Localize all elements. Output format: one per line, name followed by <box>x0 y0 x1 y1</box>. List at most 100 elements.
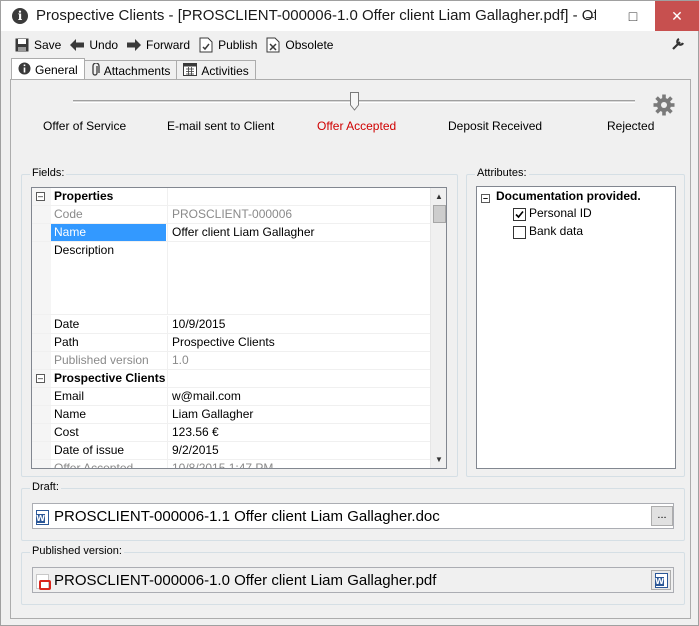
field-label: Description <box>54 243 115 257</box>
attributes-tree[interactable]: – Documentation provided. Personal ID Ban… <box>476 186 676 469</box>
field-value[interactable]: 123.56 € <box>167 424 430 441</box>
grid-row-cost[interactable]: Cost 123.56 € <box>32 424 430 442</box>
stage-offer-accepted[interactable]: Offer Accepted <box>317 119 396 133</box>
minimize-button[interactable]: – <box>569 1 611 31</box>
grid-row-client-name[interactable]: Name Liam Gallagher <box>32 406 430 424</box>
document-check-icon <box>198 37 214 53</box>
scroll-down-icon[interactable]: ▼ <box>431 451 446 468</box>
publish-button[interactable]: Publish <box>198 36 257 54</box>
word-document-icon <box>655 573 668 591</box>
title-bar[interactable]: i Prospective Clients - [PROSCLIENT-0000… <box>1 1 699 31</box>
grid-row-description[interactable]: Description <box>32 242 430 315</box>
field-label: Date <box>54 317 80 331</box>
word-document-icon <box>36 510 49 525</box>
grid-row-email[interactable]: Email w@mail.com <box>32 388 430 406</box>
field-value[interactable]: Prospective Clients <box>167 334 430 351</box>
window-title: Prospective Clients - [PROSCLIENT-000006… <box>36 7 596 24</box>
undo-button[interactable]: Undo <box>69 36 118 54</box>
field-value[interactable]: Offer client Liam Gallagher <box>167 224 430 241</box>
field-value: 10/8/2015 1:47 PM <box>167 460 430 468</box>
attribute-category[interactable]: – Documentation provided. <box>481 189 641 203</box>
field-value[interactable]: Liam Gallagher <box>167 406 430 423</box>
arrow-right-icon <box>126 37 142 53</box>
category-value <box>167 188 430 205</box>
obsolete-button[interactable]: Obsolete <box>265 36 333 54</box>
field-label: Email <box>54 389 85 403</box>
maximize-button[interactable]: □ <box>612 1 654 31</box>
tab-attachments-label: Attachments <box>103 64 171 78</box>
forward-button[interactable]: Forward <box>126 36 190 54</box>
save-button[interactable]: Save <box>14 36 61 54</box>
field-value: 1.0 <box>167 352 430 369</box>
grid-row-date[interactable]: Date 10/9/2015 <box>32 316 430 334</box>
toolbar: Save Undo Forward Publish Obsolete <box>14 35 341 55</box>
attributes-group-title: Attributes: <box>475 167 529 179</box>
bank-data-label[interactable]: Bank data <box>529 224 583 238</box>
grid-category-prospective-clients[interactable]: – Prospective Clients <box>32 370 430 388</box>
personal-id-checkbox[interactable] <box>513 208 526 221</box>
field-value[interactable]: w@mail.com <box>167 388 430 405</box>
field-value[interactable]: 10/9/2015 <box>167 316 430 333</box>
field-label: Code <box>54 207 83 221</box>
grid-row-offer-accepted[interactable]: Offer Accepted 10/8/2015 1:47 PM <box>32 460 430 469</box>
grid-row-published-version[interactable]: Published version 1.0 <box>32 352 430 370</box>
draft-group-title: Draft: <box>30 481 61 493</box>
attribute-category-label: Documentation provided. <box>496 189 641 203</box>
forward-label: Forward <box>146 38 191 52</box>
category-label: Properties <box>54 189 114 203</box>
info-icon <box>18 62 31 78</box>
field-value[interactable] <box>167 242 430 314</box>
scroll-up-icon[interactable]: ▲ <box>431 188 446 205</box>
field-value[interactable]: 9/2/2015 <box>167 442 430 459</box>
grid-row-path[interactable]: Path Prospective Clients <box>32 334 430 352</box>
open-in-word-button[interactable] <box>651 570 671 590</box>
personal-id-label[interactable]: Personal ID <box>529 206 592 220</box>
category-value <box>167 370 430 387</box>
field-value: PROSCLIENT-000006 <box>167 206 430 223</box>
stage-email-sent[interactable]: E-mail sent to Client <box>167 119 274 133</box>
field-label: Offer Accepted <box>54 461 134 469</box>
paperclip-icon <box>91 61 100 80</box>
grid-row-name[interactable]: Name Offer client Liam Gallagher <box>32 224 430 242</box>
bank-data-checkbox[interactable] <box>513 226 526 239</box>
field-label: Date of issue <box>54 443 125 457</box>
field-label: Name <box>54 407 87 421</box>
published-file-name: PROSCLIENT-000006-1.0 Offer client Liam … <box>54 572 437 589</box>
stage-deposit-received[interactable]: Deposit Received <box>448 119 542 133</box>
draft-file-field[interactable]: PROSCLIENT-000006-1.1 Offer client Liam … <box>32 503 674 529</box>
stage-rejected[interactable]: Rejected <box>607 119 654 133</box>
grid-row-code[interactable]: Code PROSCLIENT-000006 <box>32 206 430 224</box>
save-label: Save <box>34 38 62 52</box>
tab-strip: General Attachments Activities <box>11 58 256 81</box>
obsolete-label: Obsolete <box>285 38 334 52</box>
undo-label: Undo <box>89 38 119 52</box>
stage-offer-of-service[interactable]: Offer of Service <box>43 119 126 133</box>
grid-row-date-of-issue[interactable]: Date of issue 9/2/2015 <box>32 442 430 460</box>
gear-icon[interactable] <box>653 94 675 116</box>
field-label: Cost <box>54 425 79 439</box>
tab-general-label: General <box>35 63 78 77</box>
collapse-icon[interactable]: – <box>36 374 45 383</box>
collapse-icon[interactable]: – <box>36 192 45 201</box>
tab-attachments[interactable]: Attachments <box>83 60 178 81</box>
browse-button[interactable]: ... <box>651 506 673 526</box>
published-version-group-title: Published version: <box>30 545 124 557</box>
property-grid[interactable]: – Properties Code PROSCLIENT-000006 Name… <box>31 187 447 469</box>
fields-group-title: Fields: <box>30 167 67 179</box>
publish-label: Publish <box>218 38 258 52</box>
scroll-thumb[interactable] <box>433 205 446 223</box>
grid-vertical-scrollbar[interactable]: ▲ ▼ <box>430 188 446 468</box>
stage-slider-thumb[interactable] <box>350 92 359 111</box>
field-label: Name <box>51 224 166 241</box>
calendar-icon <box>183 63 198 79</box>
field-label: Published version <box>54 353 149 367</box>
close-button[interactable]: ✕ <box>655 1 699 31</box>
pdf-document-icon <box>36 574 51 590</box>
draft-file-name: PROSCLIENT-000006-1.1 Offer client Liam … <box>54 508 440 525</box>
tab-activities[interactable]: Activities <box>176 60 256 81</box>
wrench-icon[interactable] <box>672 36 688 52</box>
published-file-field[interactable]: PROSCLIENT-000006-1.0 Offer client Liam … <box>32 567 674 593</box>
grid-category-properties[interactable]: – Properties <box>32 188 430 206</box>
collapse-icon[interactable]: – <box>481 194 490 203</box>
tab-general[interactable]: General <box>11 58 85 81</box>
